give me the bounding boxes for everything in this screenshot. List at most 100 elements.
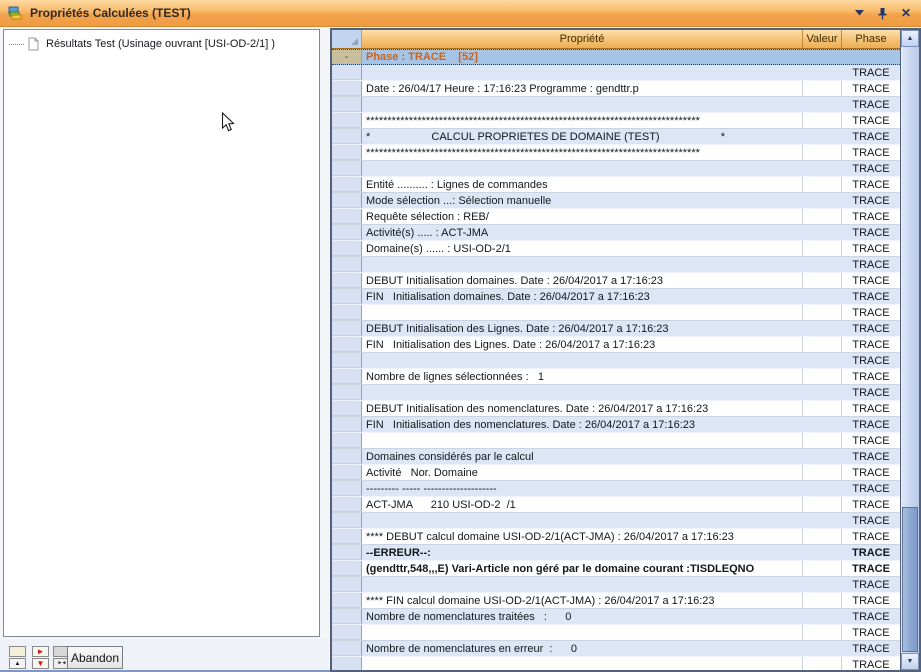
red-down-arrow-button[interactable]: ▼: [32, 658, 49, 669]
row-selector-cell[interactable]: [332, 385, 362, 400]
grid-row[interactable]: Nombre de nomenclatures traitées : 0TRAC…: [332, 609, 900, 625]
column-header-valeur[interactable]: Valeur: [803, 30, 842, 48]
row-selector-cell[interactable]: [332, 305, 362, 320]
grid-row[interactable]: ACT-JMA 210 USI-OD-2 /1TRACE: [332, 497, 900, 513]
row-selector-cell[interactable]: [332, 81, 362, 96]
grid-row[interactable]: TRACE: [332, 657, 900, 670]
grid-row[interactable]: Nombre de nomenclatures en erreur : 0TRA…: [332, 641, 900, 657]
red-right-arrow-button[interactable]: ►: [32, 646, 49, 657]
pin-icon[interactable]: [877, 7, 888, 20]
row-selector-cell[interactable]: [332, 657, 362, 670]
grid-row[interactable]: * CALCUL PROPRIETES DE DOMAINE (TEST) *T…: [332, 129, 900, 145]
grid-row[interactable]: TRACE: [332, 513, 900, 529]
row-selector-cell[interactable]: [332, 593, 362, 608]
grid-row[interactable]: TRACE: [332, 353, 900, 369]
row-selector-cell[interactable]: [332, 529, 362, 544]
row-selector-cell[interactable]: [332, 417, 362, 432]
vertical-scrollbar[interactable]: ▲ ▼: [900, 30, 919, 670]
grid-row[interactable]: TRACE: [332, 97, 900, 113]
row-selector-cell[interactable]: [332, 513, 362, 528]
grid-row[interactable]: Mode sélection ...: Sélection manuelleTR…: [332, 193, 900, 209]
scroll-up-icon[interactable]: ▲: [901, 30, 919, 47]
grid-row[interactable]: DEBUT Initialisation des Lignes. Date : …: [332, 321, 900, 337]
grid-row[interactable]: FIN Initialisation domaines. Date : 26/0…: [332, 289, 900, 305]
row-selector-cell[interactable]: [332, 65, 362, 80]
scroll-down-icon[interactable]: ▼: [901, 653, 919, 670]
row-selector-cell[interactable]: -: [332, 50, 362, 64]
grid-row[interactable]: DEBUT Initialisation domaines. Date : 26…: [332, 273, 900, 289]
select-all-corner-cell[interactable]: [332, 30, 362, 48]
column-header-phase[interactable]: Phase: [842, 30, 900, 48]
row-selector-cell[interactable]: [332, 161, 362, 176]
grid-row[interactable]: Activité Nor. DomaineTRACE: [332, 465, 900, 481]
grid-row[interactable]: Domaines considérés par le calculTRACE: [332, 449, 900, 465]
grid-row[interactable]: ****************************************…: [332, 113, 900, 129]
blank-beige-button[interactable]: [9, 646, 26, 657]
grid-row[interactable]: Domaine(s) ...... : USI-OD-2/1TRACE: [332, 241, 900, 257]
abandon-button[interactable]: Abandon: [67, 646, 123, 669]
row-selector-cell[interactable]: [332, 577, 362, 592]
property-cell: Activité Nor. Domaine: [362, 465, 803, 480]
row-selector-cell[interactable]: [332, 145, 362, 160]
grid-row[interactable]: --------- ----- --------------------TRAC…: [332, 481, 900, 497]
grid-row[interactable]: TRACE: [332, 305, 900, 321]
row-selector-cell[interactable]: [332, 321, 362, 336]
row-selector-cell[interactable]: [332, 209, 362, 224]
row-selector-cell[interactable]: [332, 129, 362, 144]
row-selector-cell[interactable]: [332, 449, 362, 464]
scrollbar-thumb[interactable]: [902, 507, 918, 652]
row-selector-cell[interactable]: [332, 337, 362, 352]
row-selector-cell[interactable]: [332, 193, 362, 208]
grid-row[interactable]: TRACE: [332, 65, 900, 81]
row-selector-cell[interactable]: [332, 561, 362, 576]
phase-cell: TRACE: [842, 481, 900, 496]
row-selector-cell[interactable]: [332, 545, 362, 560]
tree-item-resultats-test[interactable]: Résultats Test (Usinage ouvrant [USI-OD-…: [4, 35, 319, 53]
row-selector-cell[interactable]: [332, 273, 362, 288]
black-up-arrow-button[interactable]: ▲: [9, 658, 26, 669]
grid-row[interactable]: TRACE: [332, 161, 900, 177]
grid-row[interactable]: TRACE: [332, 385, 900, 401]
row-selector-cell[interactable]: [332, 289, 362, 304]
grid-row[interactable]: TRACE: [332, 433, 900, 449]
grid-row[interactable]: **** DEBUT calcul domaine USI-OD-2/1(ACT…: [332, 529, 900, 545]
grid-row[interactable]: TRACE: [332, 257, 900, 273]
column-header-propriete[interactable]: Propriété: [362, 30, 803, 48]
grid-row[interactable]: Requête sélection : REB/TRACE: [332, 209, 900, 225]
grid-row[interactable]: TRACE: [332, 577, 900, 593]
row-selector-cell[interactable]: [332, 433, 362, 448]
row-selector-cell[interactable]: [332, 353, 362, 368]
row-selector-cell[interactable]: [332, 481, 362, 496]
value-cell: [803, 65, 842, 80]
row-selector-cell[interactable]: [332, 257, 362, 272]
row-selector-cell[interactable]: [332, 369, 362, 384]
row-selector-cell[interactable]: [332, 113, 362, 128]
grid-row[interactable]: **** FIN calcul domaine USI-OD-2/1(ACT-J…: [332, 593, 900, 609]
grid-row[interactable]: DEBUT Initialisation des nomenclatures. …: [332, 401, 900, 417]
row-selector-cell[interactable]: [332, 177, 362, 192]
grid-row[interactable]: Activité(s) ..... : ACT-JMATRACE: [332, 225, 900, 241]
grid-row[interactable]: ****************************************…: [332, 145, 900, 161]
row-selector-cell[interactable]: [332, 241, 362, 256]
grid-row[interactable]: (gendttr,548,,,E) Vari-Article non géré …: [332, 561, 900, 577]
close-icon[interactable]: ✕: [901, 7, 911, 19]
grid-row[interactable]: FIN Initialisation des Lignes. Date : 26…: [332, 337, 900, 353]
property-cell: ACT-JMA 210 USI-OD-2 /1: [362, 497, 803, 512]
grid-group-row[interactable]: -Phase : TRACE [52]: [332, 49, 900, 65]
row-selector-cell[interactable]: [332, 609, 362, 624]
grid-row[interactable]: TRACE: [332, 625, 900, 641]
titlebar[interactable]: Propriétés Calculées (TEST) ✕: [0, 0, 921, 27]
row-selector-cell[interactable]: [332, 497, 362, 512]
row-selector-cell[interactable]: [332, 625, 362, 640]
grid-row[interactable]: Date : 26/04/17 Heure : 17:16:23 Program…: [332, 81, 900, 97]
row-selector-cell[interactable]: [332, 641, 362, 656]
row-selector-cell[interactable]: [332, 465, 362, 480]
row-selector-cell[interactable]: [332, 97, 362, 112]
row-selector-cell[interactable]: [332, 401, 362, 416]
grid-row[interactable]: Entité .......... : Lignes de commandesT…: [332, 177, 900, 193]
chevron-down-icon[interactable]: [855, 10, 864, 16]
grid-row[interactable]: FIN Initialisation des nomenclatures. Da…: [332, 417, 900, 433]
row-selector-cell[interactable]: [332, 225, 362, 240]
grid-row[interactable]: --ERREUR--:TRACE: [332, 545, 900, 561]
grid-row[interactable]: Nombre de lignes sélectionnées : 1TRACE: [332, 369, 900, 385]
